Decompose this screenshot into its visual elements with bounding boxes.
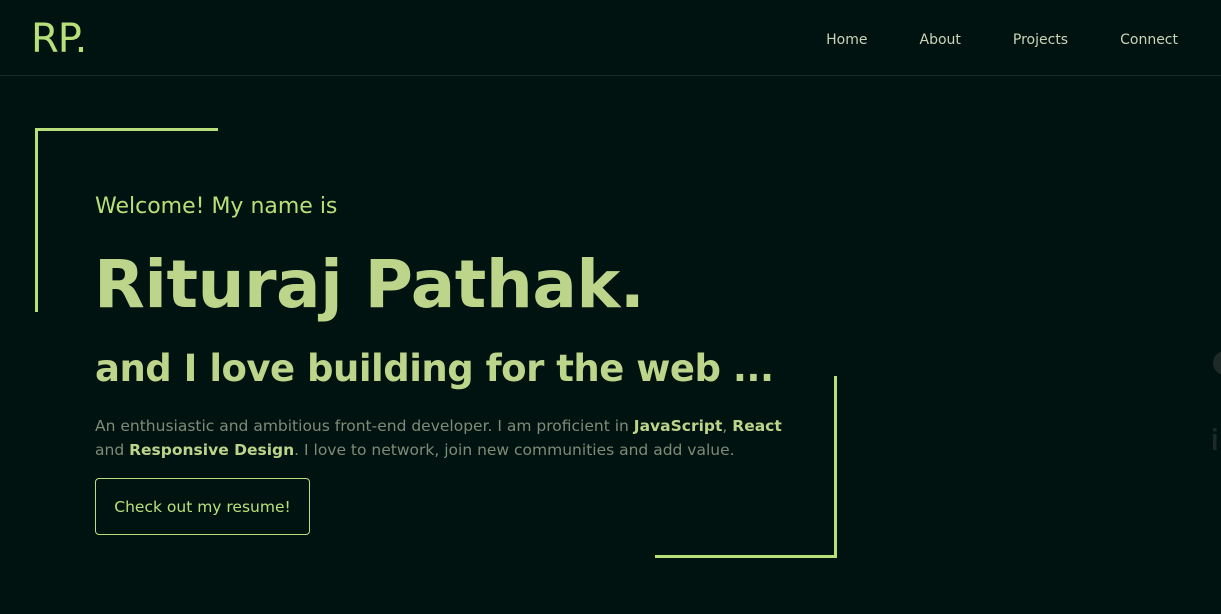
hero-description: An enthusiastic and ambitious front-end … xyxy=(95,414,815,462)
nav-link-projects[interactable]: Projects xyxy=(1013,30,1068,50)
frame-corner-top-vertical xyxy=(35,128,38,312)
skill-react: React xyxy=(732,417,782,435)
nav-link-home[interactable]: Home xyxy=(826,30,867,50)
description-separator: , xyxy=(722,417,733,435)
nav-link-about[interactable]: About xyxy=(920,30,961,50)
github-icon[interactable] xyxy=(1211,348,1221,378)
description-text: and xyxy=(95,441,130,459)
skill-javascript: JavaScript xyxy=(633,417,723,435)
description-text: . I love to network, join new communitie… xyxy=(294,441,735,459)
nav-link-connect[interactable]: Connect xyxy=(1120,30,1178,50)
hero-name: Rituraj Pathak. xyxy=(94,246,645,323)
resume-button[interactable]: Check out my resume! xyxy=(95,478,310,535)
linkedin-icon[interactable] xyxy=(1211,424,1221,454)
skill-responsive-design: Responsive Design xyxy=(129,441,295,459)
hero-welcome: Welcome! My name is xyxy=(95,194,338,219)
frame-corner-bottom-vertical xyxy=(834,376,837,558)
description-text: An enthusiastic and ambitious front-end … xyxy=(95,417,634,435)
site-logo[interactable]: RP. xyxy=(31,14,87,64)
frame-corner-top-horizontal xyxy=(35,128,218,131)
site-header: RP. Home About Projects Connect xyxy=(0,0,1221,76)
main-nav: Home About Projects Connect xyxy=(774,30,1178,50)
hero-tagline: and I love building for the web ... xyxy=(95,347,774,390)
frame-corner-bottom-horizontal xyxy=(655,555,837,558)
